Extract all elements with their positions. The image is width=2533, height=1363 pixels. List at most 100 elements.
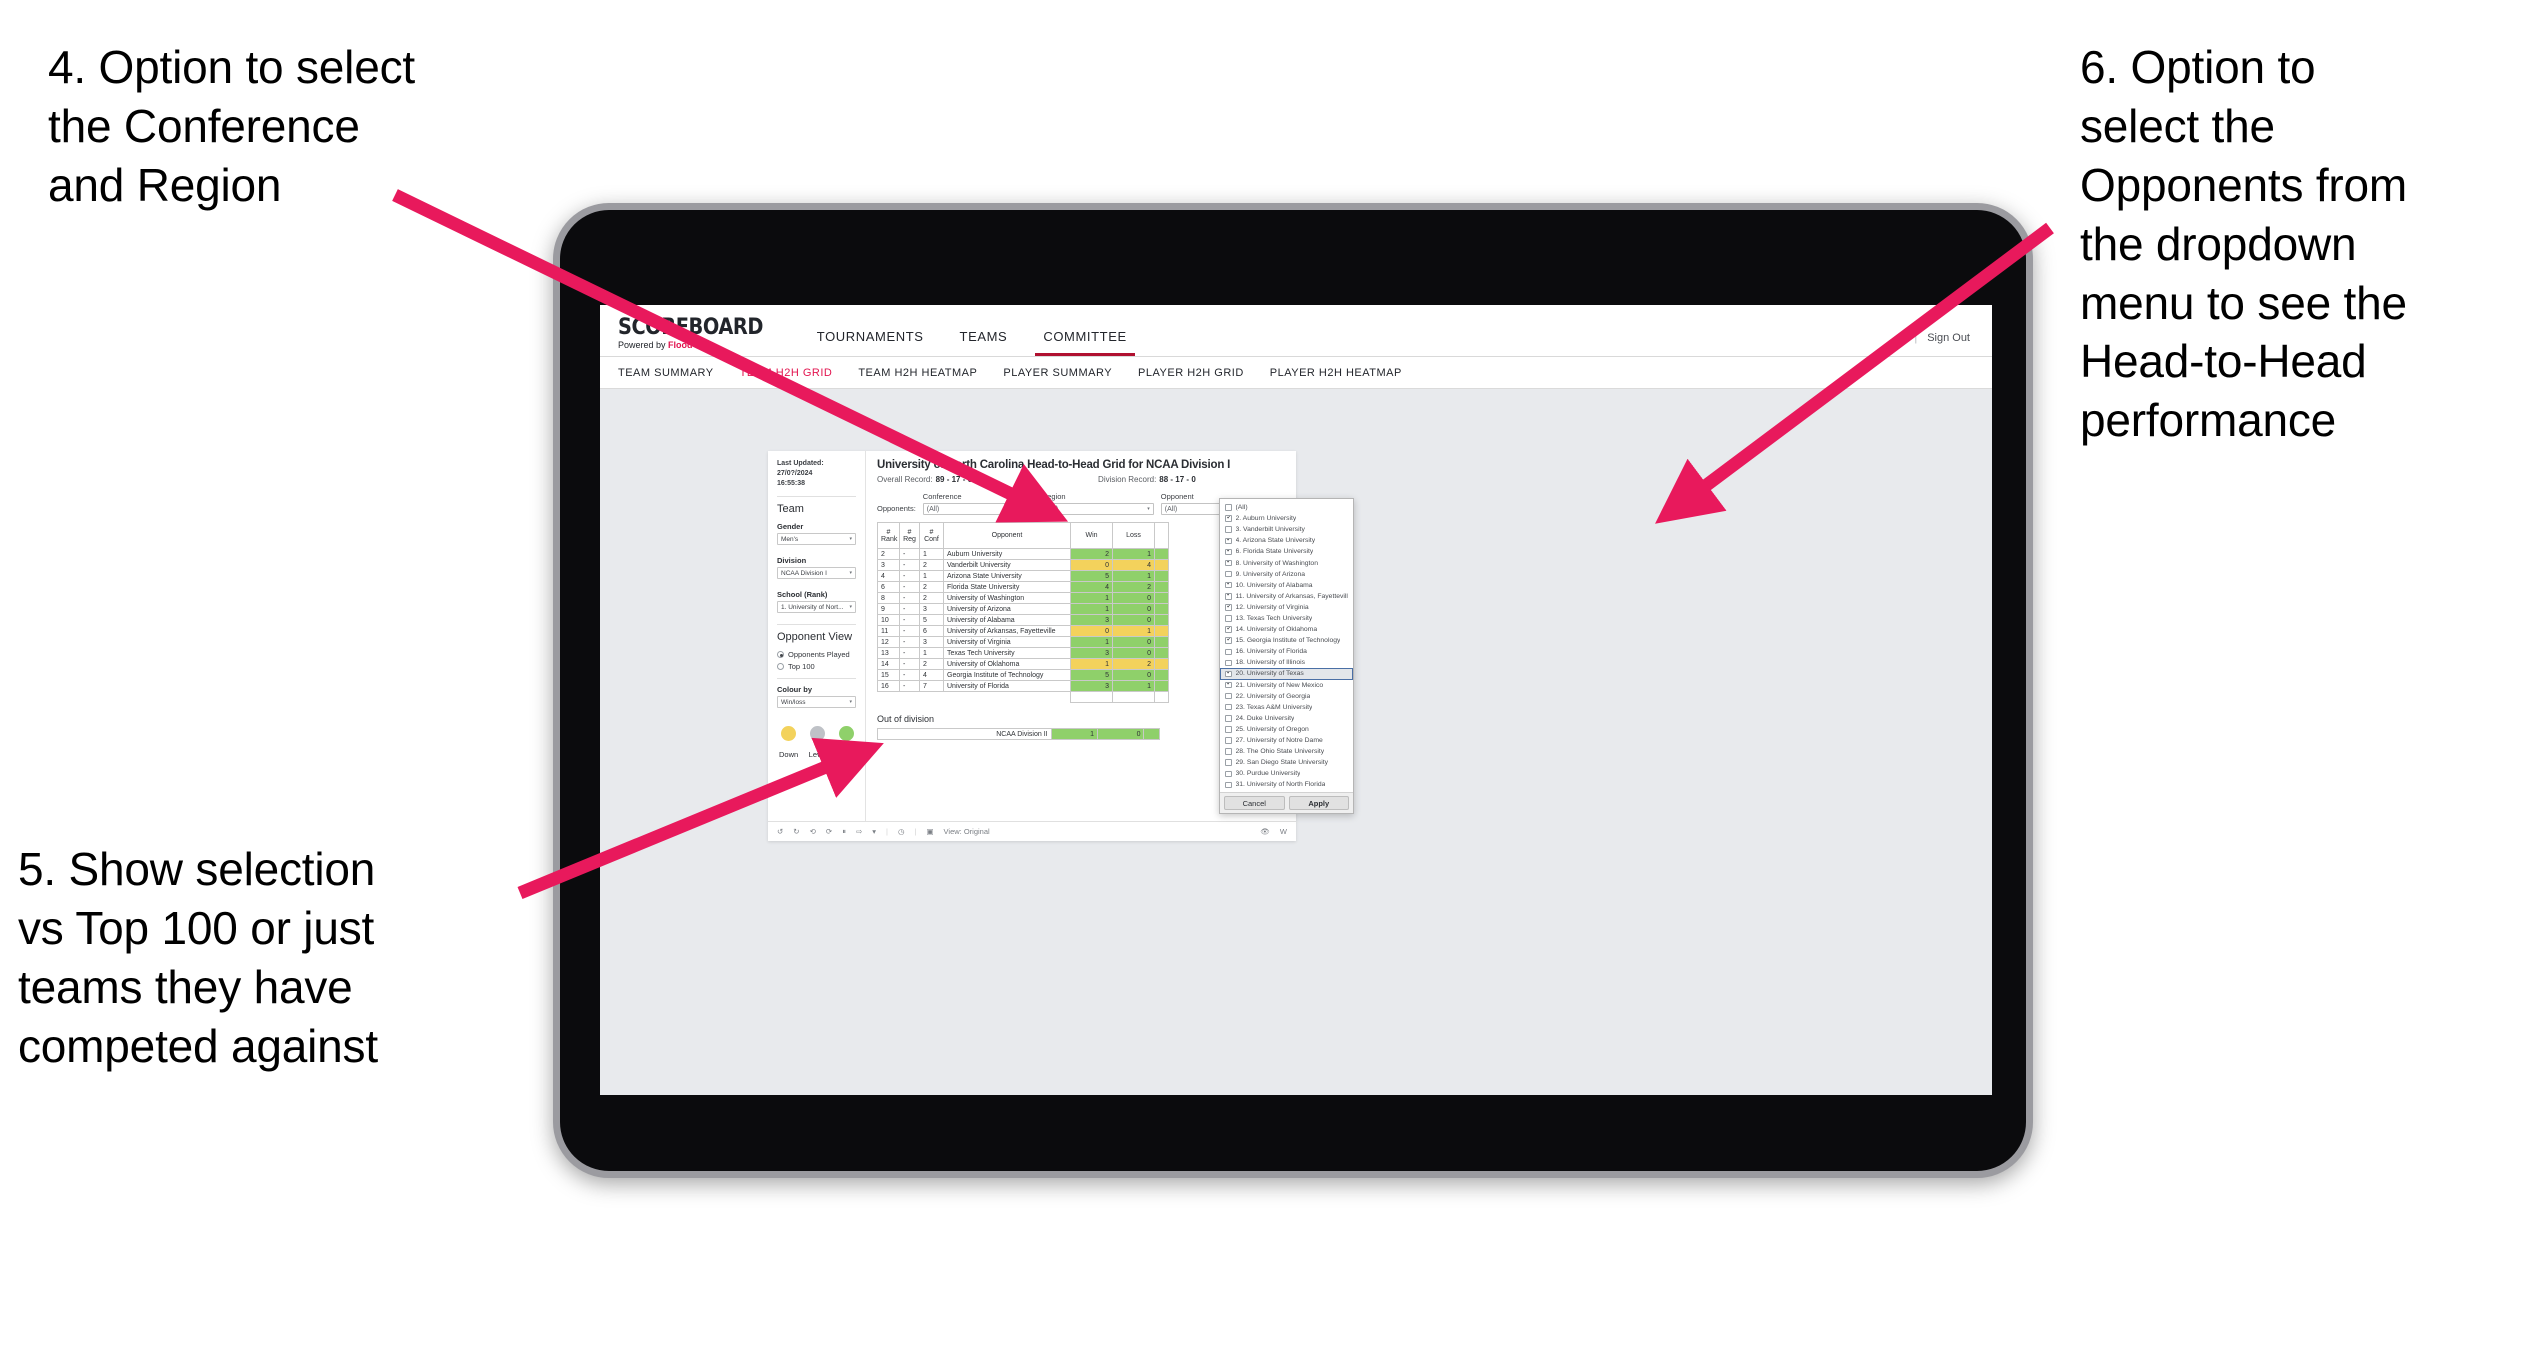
checkbox-checked-icon[interactable] — [1225, 637, 1232, 644]
school-rank-select[interactable]: 1. University of Nort... ▾ — [777, 601, 856, 614]
opponent-dropdown-item[interactable]: 10. University of Alabama — [1220, 580, 1353, 591]
view-original-icon[interactable]: ▣ — [926, 827, 933, 836]
view-original-label[interactable]: View: Original — [944, 827, 990, 836]
gender-select[interactable]: Men's ▾ — [777, 533, 856, 546]
redo-icon[interactable]: ↻ — [793, 827, 799, 836]
opponent-dropdown-item[interactable]: 27. University of Notre Dame — [1220, 735, 1353, 746]
revert-icon[interactable]: ⟲ — [810, 827, 816, 836]
opponent-dropdown-item[interactable]: (All) — [1220, 502, 1353, 513]
checkbox-unchecked-icon[interactable] — [1225, 770, 1232, 778]
checkbox-unchecked-icon[interactable] — [1225, 759, 1232, 766]
subnav-team-h2h-grid[interactable]: TEAM H2H GRID — [740, 367, 833, 379]
opponent-dropdown-item-label: 22. University of Georgia — [1235, 692, 1311, 700]
subnav-player-h2h-heatmap[interactable]: PLAYER H2H HEATMAP — [1270, 367, 1402, 379]
col-reg-l2: Reg — [903, 535, 916, 543]
checkbox-unchecked-icon[interactable] — [1225, 692, 1232, 700]
checkbox-unchecked-icon[interactable] — [1225, 703, 1232, 711]
opponent-dropdown-item[interactable]: 13. Texas Tech University — [1220, 613, 1353, 624]
checkbox-unchecked-icon[interactable] — [1225, 615, 1232, 622]
subnav-player-h2h-grid[interactable]: PLAYER H2H GRID — [1138, 367, 1244, 379]
opponent-dropdown-item[interactable]: 3. Vanderbilt University — [1220, 524, 1353, 535]
h2h-cell-win: 0 — [1070, 625, 1113, 637]
refresh-data-icon[interactable]: ⟳ — [826, 827, 832, 836]
subnav-team-summary[interactable]: TEAM SUMMARY — [618, 367, 714, 379]
apply-button[interactable]: Apply — [1288, 796, 1349, 811]
opponent-dropdown-item[interactable]: 31. University of North Florida — [1220, 779, 1353, 790]
opponent-dropdown-item[interactable]: 11. University of Arkansas, Fayetteville — [1220, 591, 1353, 602]
legend-swatch-level — [810, 726, 826, 742]
checkbox-unchecked-icon[interactable] — [1225, 726, 1232, 733]
opponent-dropdown-item[interactable]: 12. University of Virginia — [1220, 602, 1353, 613]
h2h-cell-pad — [1154, 647, 1169, 659]
division-select[interactable]: NCAA Division I ▾ — [777, 567, 856, 580]
checkbox-unchecked-icon[interactable] — [1225, 648, 1232, 656]
h2h-cell-rank: 15 — [877, 669, 900, 681]
colour-by-select[interactable]: Win/loss ▾ — [777, 696, 856, 709]
opponent-dropdown-item[interactable]: 2. Auburn University — [1220, 513, 1353, 524]
opponent-dropdown-item[interactable]: 30. Purdue University — [1220, 768, 1353, 779]
chevron-down-icon[interactable]: ▾ — [872, 827, 876, 836]
checkbox-checked-icon[interactable] — [1225, 604, 1232, 611]
nav-item-tournaments[interactable]: TOURNAMENTS — [799, 329, 942, 356]
checkbox-unchecked-icon[interactable] — [1225, 504, 1232, 511]
opponent-dropdown-item[interactable]: 16. University of Florida — [1220, 646, 1353, 657]
checkbox-checked-icon[interactable] — [1225, 670, 1232, 678]
opponent-dropdown-item[interactable]: 29. San Diego State University — [1220, 757, 1353, 768]
eye-icon[interactable]: 👁 — [1260, 827, 1270, 836]
checkbox-unchecked-icon[interactable] — [1225, 715, 1232, 722]
radio-top-100[interactable]: Top 100 — [777, 662, 856, 671]
cancel-button[interactable]: Cancel — [1224, 796, 1285, 811]
subnav-team-h2h-heatmap[interactable]: TEAM H2H HEATMAP — [858, 367, 977, 379]
opponent-dropdown-item[interactable]: 24. Duke University — [1220, 713, 1353, 724]
undo-icon[interactable]: ↺ — [777, 827, 783, 836]
checkbox-unchecked-icon[interactable] — [1225, 748, 1232, 755]
checkbox-unchecked-icon[interactable] — [1225, 570, 1232, 578]
opponent-dropdown-item[interactable]: 22. University of Georgia — [1220, 691, 1353, 702]
opponent-dropdown-item[interactable]: 4. Arizona State University — [1220, 535, 1353, 546]
clock-icon[interactable]: ◷ — [898, 827, 905, 836]
checkbox-checked-icon[interactable] — [1225, 559, 1232, 567]
opponent-dropdown-item[interactable]: 23. Texas A&M University — [1220, 702, 1353, 713]
opponent-dropdown-item[interactable]: 9. University of Arizona — [1220, 569, 1353, 580]
legend-label-down: Down — [779, 750, 799, 760]
opponent-view-heading: Opponent View — [777, 631, 853, 644]
checkbox-checked-icon[interactable] — [1225, 537, 1232, 545]
checkbox-unchecked-icon[interactable] — [1225, 781, 1232, 789]
checkbox-checked-icon[interactable] — [1225, 581, 1232, 589]
checkbox-unchecked-icon[interactable] — [1225, 659, 1232, 667]
gender-value: Men's — [781, 535, 799, 543]
conference-select[interactable]: (All) ▾ — [922, 503, 1035, 515]
h2h-cell-pad — [1154, 592, 1169, 604]
opponent-dropdown-item[interactable]: 14. University of Oklahoma — [1220, 624, 1353, 635]
checkbox-checked-icon[interactable] — [1225, 626, 1232, 633]
watch-label[interactable]: W — [1280, 827, 1287, 836]
share-icon[interactable]: ⇨ — [856, 827, 862, 836]
header-right: | Sign Out — [1892, 332, 1992, 356]
sign-out-link[interactable]: Sign Out — [1927, 332, 1970, 344]
region-select[interactable]: (All) ▾ — [1041, 503, 1154, 515]
opponent-dropdown-panel[interactable]: (All) 2. Auburn University 3. Vanderbilt U… — [1219, 498, 1354, 815]
opponent-dropdown-item[interactable]: 6. Florida State University — [1220, 546, 1353, 557]
nav-item-committee[interactable]: COMMITTEE — [1025, 329, 1144, 356]
checkbox-checked-icon[interactable] — [1225, 593, 1232, 600]
nav-item-teams[interactable]: TEAMS — [942, 329, 1026, 356]
subnav-player-summary[interactable]: PLAYER SUMMARY — [1003, 367, 1112, 379]
h2h-cell-reg: - — [899, 592, 920, 604]
opponent-dropdown-item[interactable]: 8. University of Washington — [1220, 557, 1353, 568]
checkbox-checked-icon[interactable] — [1225, 515, 1232, 522]
opponent-dropdown-item[interactable]: 18. University of Illinois — [1220, 657, 1353, 668]
opponent-dropdown-item[interactable]: 21. University of New Mexico — [1220, 680, 1353, 691]
opponent-dropdown-item[interactable]: 15. Georgia Institute of Technology — [1220, 635, 1353, 646]
opponent-dropdown-item[interactable]: 25. University of Oregon — [1220, 724, 1353, 735]
pause-updates-icon[interactable]: ⏸ — [842, 827, 846, 837]
opponent-dropdown-item[interactable]: 20. University of Texas — [1220, 668, 1353, 680]
h2h-cell-reg: - — [899, 581, 920, 593]
checkbox-checked-icon[interactable] — [1225, 548, 1232, 556]
opponent-dropdown-item-label: 24. Duke University — [1235, 714, 1295, 722]
radio-opponents-played[interactable]: Opponents Played — [777, 650, 856, 659]
checkbox-unchecked-icon[interactable] — [1225, 737, 1232, 744]
checkbox-checked-icon[interactable] — [1225, 681, 1232, 689]
checkbox-unchecked-icon[interactable] — [1225, 526, 1232, 533]
brand-logo[interactable]: SCOREBOARD Powered by Flood — [600, 317, 799, 356]
opponent-dropdown-item[interactable]: 28. The Ohio State University — [1220, 746, 1353, 757]
